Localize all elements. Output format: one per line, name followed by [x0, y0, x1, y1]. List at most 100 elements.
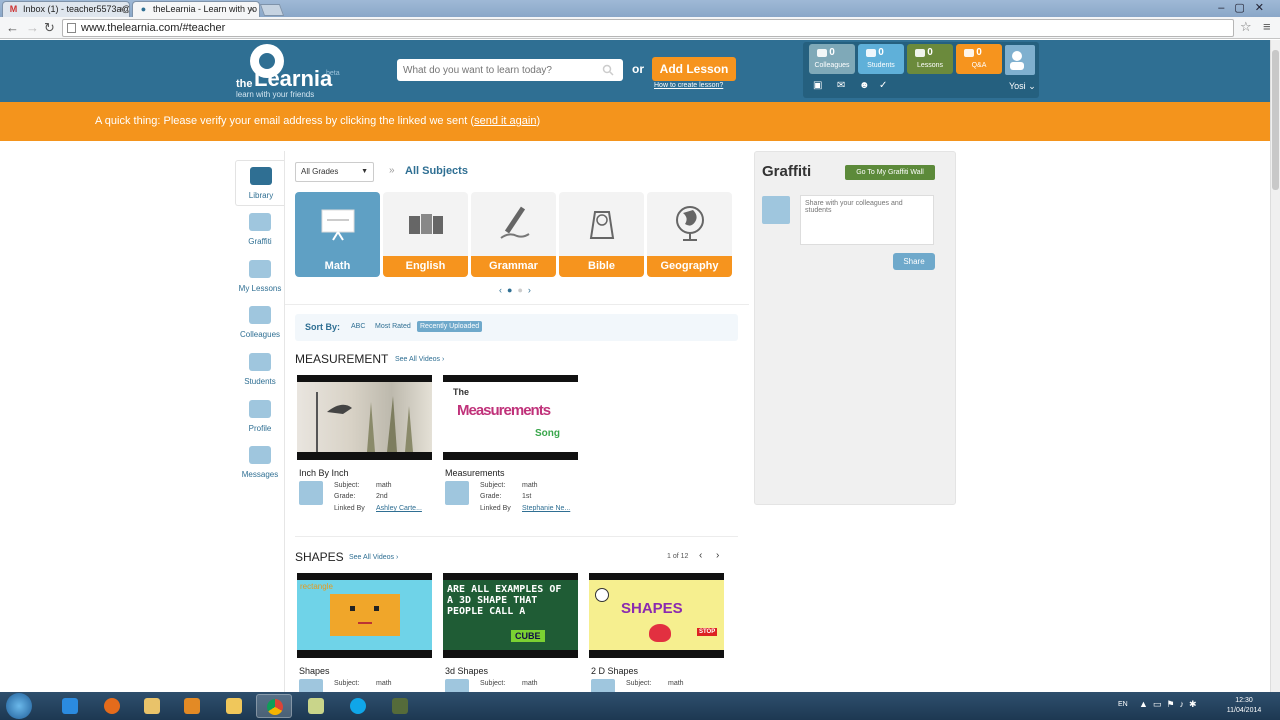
system-clock[interactable]: 12:30 11/04/2014 [1222, 696, 1266, 716]
learnia-logo[interactable]: the Learnia beta learn with your friends [236, 42, 346, 100]
close-icon[interactable]: × [250, 2, 255, 16]
nav-item-library[interactable]: Library [235, 160, 285, 206]
browser-tab-gmail[interactable]: M Inbox (1) - teacher5573a@ × [2, 1, 130, 17]
subject-bible[interactable]: Bible [559, 192, 644, 277]
bookmark-star-icon[interactable]: ☆ [1240, 19, 1252, 35]
colleagues-stat[interactable]: 0 Colleagues [809, 44, 855, 74]
user-avatar[interactable] [1005, 45, 1035, 75]
taskbar-ie[interactable] [52, 694, 88, 718]
subject-english[interactable]: English [383, 192, 468, 277]
video-title[interactable]: Measurements [445, 468, 505, 478]
send-again-link[interactable]: send it again [474, 115, 536, 127]
subject-geography[interactable]: Geography [647, 192, 732, 277]
site-header: the Learnia beta learn with your friends… [0, 40, 1270, 102]
nav-item-messages[interactable]: Messages [235, 440, 285, 486]
chevron-right-icon[interactable]: › [716, 550, 719, 561]
video-title[interactable]: Shapes [299, 666, 330, 676]
sort-recently-uploaded[interactable]: Recently Uploaded [417, 321, 483, 332]
system-tray-icons[interactable]: ▲▭⚑♪✱ [1139, 699, 1202, 710]
linked-by-link[interactable]: Ashley Carte... [376, 505, 422, 512]
language-indicator[interactable]: EN [1118, 701, 1128, 708]
window-controls[interactable]: –▢✕ [1218, 1, 1274, 14]
video-title[interactable]: 3d Shapes [445, 666, 488, 676]
subject-label: Subject: [626, 680, 652, 687]
start-button[interactable] [6, 693, 32, 719]
video-title[interactable]: Inch By Inch [299, 468, 349, 478]
page-icon [67, 23, 76, 33]
nav-item-colleagues[interactable]: Colleagues [235, 300, 285, 346]
url-text: www.thelearnia.com/#teacher [81, 22, 226, 34]
chevron-left-icon[interactable]: ‹ [499, 285, 502, 295]
new-tab-button[interactable] [259, 4, 285, 16]
rectangle-face-image [330, 594, 400, 636]
page-scrollbar[interactable] [1270, 40, 1280, 692]
graffiti-title: Graffiti [762, 163, 812, 180]
subject-grammar[interactable]: Grammar [471, 192, 556, 277]
search-input[interactable] [397, 59, 623, 81]
folder-icon [226, 698, 242, 714]
how-to-create-lesson-link[interactable]: How to create lesson? [654, 82, 723, 89]
close-icon[interactable]: × [120, 2, 125, 16]
thumb-text: CUBE [511, 630, 545, 642]
linked-by-label: Linked By [334, 505, 365, 512]
video-thumbnail[interactable]: The Measurements Song [443, 375, 578, 460]
subject-math[interactable]: Math [295, 192, 380, 277]
pager-dot[interactable]: ● [517, 285, 522, 295]
taskbar-recorder[interactable] [382, 694, 418, 718]
firefox-icon [104, 698, 120, 714]
taskbar-media[interactable] [174, 694, 210, 718]
scrollbar-thumb[interactable] [1272, 50, 1279, 190]
linked-by-link[interactable]: Stephanie Ne... [522, 505, 570, 512]
see-all-videos-link[interactable]: See All Videos › [395, 356, 444, 363]
thumbs-up-icon[interactable]: ✓ [879, 80, 887, 91]
subject-pager[interactable]: ‹ ● ● › [499, 285, 531, 295]
heart-image [649, 624, 671, 642]
video-thumbnail[interactable] [297, 375, 432, 460]
nav-item-students[interactable]: Students [235, 347, 285, 393]
all-subjects-link[interactable]: All Subjects [405, 165, 468, 177]
taskbar-chrome[interactable] [256, 694, 292, 718]
video-thumbnail[interactable]: SHAPES STOP [589, 573, 724, 658]
reload-icon[interactable]: ↻ [44, 20, 55, 36]
students-stat[interactable]: 0 Students [858, 44, 904, 74]
taskbar-notes[interactable] [298, 694, 334, 718]
go-to-graffiti-wall-button[interactable]: Go To My Graffiti Wall [845, 165, 935, 180]
grade-select[interactable]: All Grades ▼ [295, 162, 374, 182]
thumb-text: Song [535, 428, 560, 439]
chevron-left-icon[interactable]: ‹ [699, 550, 702, 561]
menu-icon[interactable]: ≡ [1263, 19, 1271, 34]
see-all-videos-link[interactable]: See All Videos › [349, 554, 398, 561]
taskbar-skype[interactable] [340, 694, 376, 718]
nav-item-my-lessons[interactable]: My Lessons [235, 254, 285, 300]
video-title[interactable]: 2 D Shapes [591, 666, 638, 676]
taskbar-firefox[interactable] [94, 694, 130, 718]
chat-icon[interactable]: ▣ [813, 80, 822, 91]
pager-dot-active[interactable]: ● [507, 285, 512, 295]
address-bar[interactable]: www.thelearnia.com/#teacher [62, 19, 1234, 37]
friends-icon[interactable]: ☻ [859, 80, 870, 91]
forward-arrow-icon[interactable]: → [26, 20, 39, 36]
mail-icon[interactable]: ✉ [837, 80, 845, 91]
nav-item-profile[interactable]: Profile [235, 394, 285, 440]
uploader-avatar-icon[interactable] [445, 481, 469, 505]
back-arrow-icon[interactable]: ← [6, 20, 19, 36]
sort-most-rated[interactable]: Most Rated [375, 323, 411, 330]
video-thumbnail[interactable]: rectangle [297, 573, 432, 658]
browser-tab-learnia[interactable]: ● theLearnia - Learn with yo × [132, 1, 260, 17]
nav-item-graffiti[interactable]: Graffiti [235, 207, 285, 253]
share-button[interactable]: Share [893, 253, 935, 270]
search-icon[interactable] [602, 64, 614, 76]
add-lesson-button[interactable]: Add Lesson [652, 57, 736, 81]
sort-abc[interactable]: ABC [351, 323, 365, 330]
taskbar-explorer[interactable] [216, 694, 252, 718]
lessons-stat[interactable]: 0 Lessons [907, 44, 953, 74]
tab-label: Inbox (1) - teacher5573a@ [23, 4, 130, 14]
user-name-menu[interactable]: Yosi ⌄ [1009, 81, 1036, 92]
graffiti-share-input[interactable] [800, 195, 934, 245]
taskbar-app[interactable] [134, 694, 170, 718]
grade-label: Grade: [480, 493, 502, 500]
qa-stat[interactable]: 0 Q&A [956, 44, 1002, 74]
chevron-right-icon[interactable]: › [528, 285, 531, 295]
uploader-avatar-icon[interactable] [299, 481, 323, 505]
video-thumbnail[interactable]: ARE ALL EXAMPLES OF A 3D SHAPE THAT PEOP… [443, 573, 578, 658]
